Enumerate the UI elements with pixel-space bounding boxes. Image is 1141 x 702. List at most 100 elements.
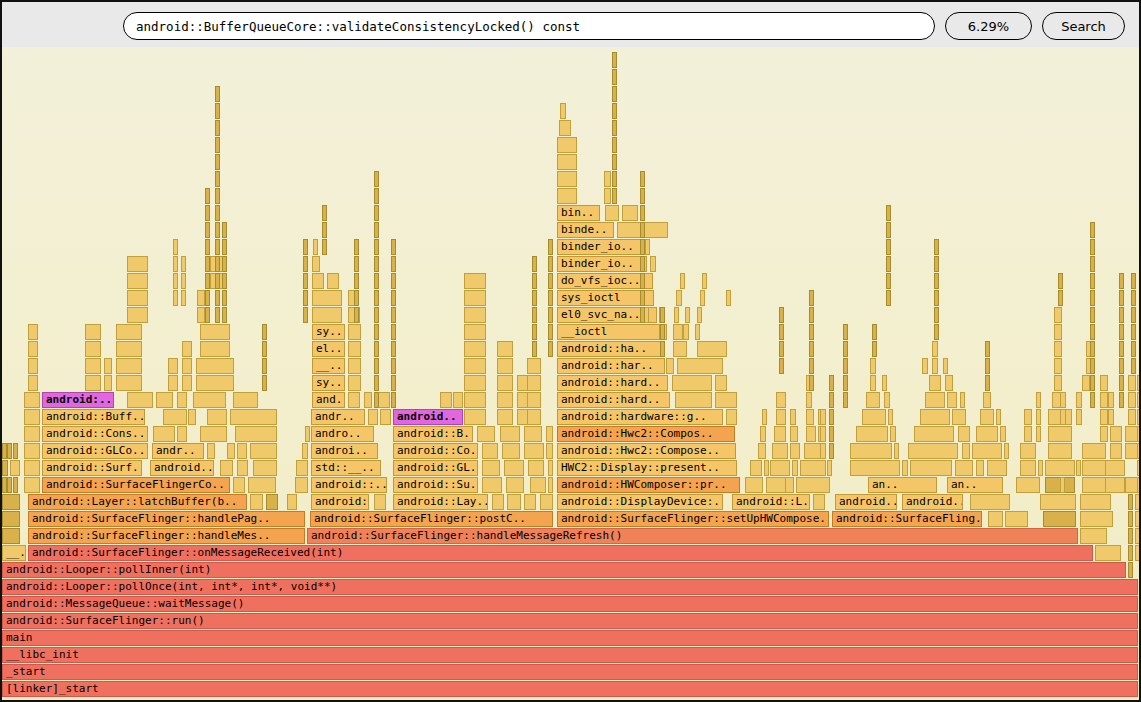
frame-bar[interactable] bbox=[702, 273, 707, 289]
frame-bar[interactable] bbox=[205, 239, 210, 255]
frame-bar[interactable] bbox=[374, 205, 379, 221]
frame-bar[interactable] bbox=[548, 341, 553, 357]
frame-bar[interactable] bbox=[182, 358, 192, 374]
frame-sy[interactable]: sy.. bbox=[312, 324, 345, 340]
frame-bar[interactable] bbox=[2, 494, 20, 510]
frame-android-surfaceflinger-handlepag[interactable]: android::SurfaceFlinger::handlePag.. bbox=[28, 511, 305, 527]
frame-bar[interactable] bbox=[215, 205, 220, 221]
frame-bar[interactable] bbox=[1128, 528, 1133, 544]
frame-bar[interactable] bbox=[660, 324, 665, 340]
frame-bar[interactable] bbox=[262, 341, 267, 357]
frame-bar[interactable] bbox=[850, 460, 900, 476]
frame-bar[interactable] bbox=[829, 426, 834, 442]
frame-bar[interactable] bbox=[24, 460, 40, 476]
frame-bar[interactable] bbox=[1100, 426, 1108, 442]
frame-bar[interactable] bbox=[1128, 545, 1133, 561]
frame-bar[interactable] bbox=[303, 239, 308, 255]
frame-bar[interactable] bbox=[482, 477, 502, 493]
frame-bar[interactable] bbox=[374, 273, 379, 289]
frame-bar[interactable] bbox=[660, 307, 665, 323]
frame-bar[interactable] bbox=[640, 205, 645, 221]
frame-bar[interactable] bbox=[348, 324, 361, 340]
frame-bar[interactable] bbox=[910, 460, 952, 476]
frame-bar[interactable] bbox=[958, 426, 970, 442]
frame-bar[interactable] bbox=[1038, 460, 1043, 476]
frame-bar[interactable] bbox=[640, 307, 645, 323]
frame-bar[interactable] bbox=[464, 375, 486, 391]
frame-bar[interactable] bbox=[970, 494, 1010, 510]
frame-bar[interactable] bbox=[548, 256, 553, 272]
frame-bar[interactable] bbox=[1135, 511, 1139, 527]
frame-bar[interactable] bbox=[1048, 443, 1072, 459]
frame-bar[interactable] bbox=[527, 358, 541, 374]
frame-bar[interactable] bbox=[482, 443, 498, 459]
frame-bar[interactable] bbox=[215, 120, 220, 136]
frame-bar[interactable] bbox=[548, 324, 553, 340]
frame-bar[interactable] bbox=[85, 358, 101, 374]
frame-android-surfacefling[interactable]: android::SurfaceFling.. bbox=[832, 511, 982, 527]
frame-bar[interactable] bbox=[796, 477, 830, 493]
frame-bar[interactable] bbox=[820, 443, 826, 459]
frame-bar[interactable] bbox=[196, 375, 234, 391]
frame-binde[interactable]: binde.. bbox=[557, 222, 614, 238]
frame-bar[interactable] bbox=[391, 273, 396, 289]
frame-bar[interactable] bbox=[374, 494, 386, 510]
frame-android-hard[interactable]: android::hard.. bbox=[557, 375, 668, 391]
frame-android[interactable]: android.. bbox=[393, 409, 463, 425]
frame-andr[interactable]: andr.. bbox=[152, 443, 204, 459]
frame-bar[interactable] bbox=[715, 375, 727, 391]
frame-bar[interactable] bbox=[673, 341, 687, 357]
frame-bar[interactable] bbox=[374, 375, 379, 391]
frame-ioctl[interactable]: __ioctl bbox=[557, 324, 660, 340]
frame-bar[interactable] bbox=[266, 494, 278, 510]
frame-bar[interactable] bbox=[453, 392, 463, 408]
frame-bar[interactable] bbox=[1105, 477, 1125, 493]
frame-bar[interactable] bbox=[886, 239, 891, 255]
frame-bar[interactable] bbox=[1076, 392, 1082, 408]
frame-bar[interactable] bbox=[1137, 477, 1139, 493]
frame-bar[interactable] bbox=[902, 460, 908, 476]
frame-android-displaydevice[interactable]: android::DisplayDevice:.. bbox=[557, 494, 723, 510]
frame-bar[interactable] bbox=[200, 426, 227, 442]
frame-android-su[interactable]: android::Su.. bbox=[393, 477, 478, 493]
frame-bar[interactable] bbox=[1131, 273, 1136, 289]
frame-bar[interactable] bbox=[1045, 460, 1075, 476]
frame-bar[interactable] bbox=[303, 273, 308, 289]
frame-bar[interactable] bbox=[960, 392, 965, 408]
frame-bar[interactable] bbox=[85, 324, 101, 340]
frame-bar[interactable] bbox=[1119, 341, 1124, 357]
frame-bar[interactable] bbox=[230, 409, 277, 425]
frame-bar[interactable] bbox=[1119, 375, 1124, 391]
frame-bar[interactable] bbox=[1004, 443, 1009, 459]
frame-bar[interactable] bbox=[530, 477, 546, 493]
frame-bar[interactable] bbox=[548, 307, 553, 323]
frame-bar[interactable] bbox=[391, 341, 396, 357]
frame-bar[interactable] bbox=[1020, 443, 1036, 459]
frame-bar[interactable] bbox=[24, 443, 40, 459]
frame-bar[interactable] bbox=[673, 324, 683, 340]
frame-bar[interactable] bbox=[215, 137, 220, 153]
frame-bar[interactable] bbox=[548, 460, 553, 476]
frame-bar[interactable] bbox=[806, 409, 814, 425]
frame-bar[interactable] bbox=[181, 256, 186, 272]
frame-an[interactable]: an.. bbox=[947, 477, 1003, 493]
frame-bar[interactable] bbox=[800, 460, 826, 476]
frame-bar[interactable] bbox=[640, 171, 645, 187]
frame-bar[interactable] bbox=[287, 494, 297, 510]
frame-android-hard[interactable]: android::hard.. bbox=[557, 392, 670, 408]
frame-bar[interactable] bbox=[1105, 460, 1125, 476]
frame-android-looper-pollinner-int[interactable]: android::Looper::pollInner(int) bbox=[2, 562, 1126, 578]
frame-bar[interactable] bbox=[391, 256, 396, 272]
frame-bar[interactable] bbox=[888, 409, 893, 425]
frame-bar[interactable] bbox=[440, 392, 452, 408]
frame-bar[interactable] bbox=[962, 443, 970, 459]
frame-bar[interactable] bbox=[976, 460, 984, 476]
frame-bar[interactable] bbox=[934, 256, 939, 272]
frame-bar[interactable] bbox=[464, 273, 486, 289]
frame-bar[interactable] bbox=[843, 324, 848, 340]
frame-bar[interactable] bbox=[215, 188, 220, 204]
frame-bar[interactable] bbox=[675, 392, 712, 408]
frame-bar[interactable] bbox=[557, 154, 577, 170]
frame-bar[interactable] bbox=[1090, 324, 1095, 340]
frame-bar[interactable] bbox=[237, 443, 247, 459]
